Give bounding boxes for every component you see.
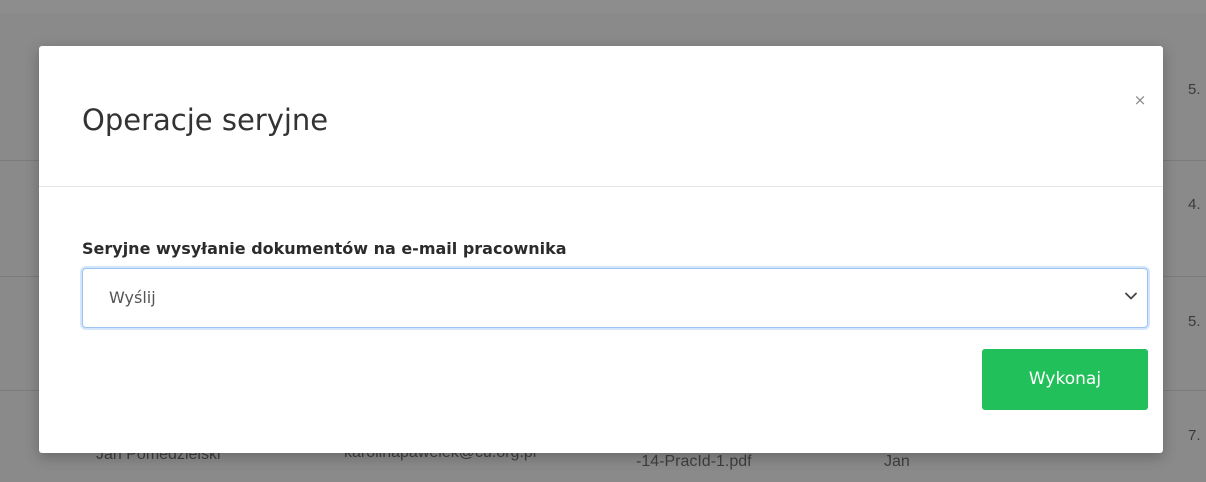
modal-header: Operacje seryjne × bbox=[39, 46, 1163, 187]
page-backdrop: 5. 4. 5. 7. Jan Pomedzielski karolinapaw… bbox=[0, 0, 1206, 482]
background-cell-edge: 7. bbox=[1188, 427, 1201, 444]
select-value: Wyślij bbox=[109, 288, 156, 307]
background-header-strip bbox=[0, 0, 1206, 14]
background-cell-edge: 4. bbox=[1188, 196, 1201, 213]
chevron-down-icon bbox=[1125, 292, 1137, 300]
serial-operations-modal: Operacje seryjne × Seryjne wysyłanie dok… bbox=[39, 46, 1163, 453]
field-label: Seryjne wysyłanie dokumentów na e-mail p… bbox=[82, 239, 567, 258]
background-cell-file: -14-PracId-1.pdf bbox=[636, 453, 752, 470]
close-icon[interactable]: × bbox=[1132, 92, 1148, 108]
background-cell-edge: 5. bbox=[1188, 313, 1201, 330]
background-cell-edge: 5. bbox=[1188, 81, 1201, 98]
execute-button[interactable]: Wykonaj bbox=[982, 349, 1148, 410]
send-action-select[interactable]: Wyślij bbox=[82, 268, 1148, 328]
modal-title: Operacje seryjne bbox=[82, 103, 329, 137]
background-cell-first-name: Jan bbox=[884, 453, 910, 470]
